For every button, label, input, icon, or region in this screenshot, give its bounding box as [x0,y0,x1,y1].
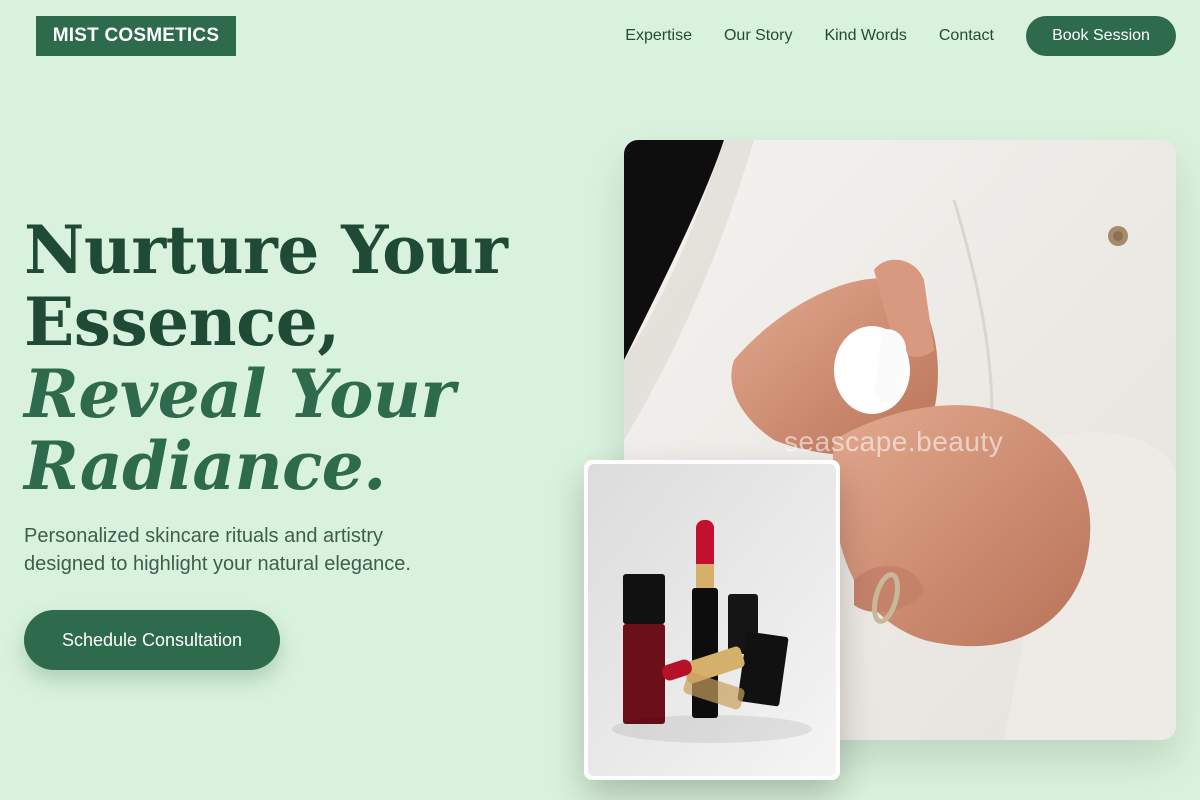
product-image-frame [588,464,836,776]
headline-line-1: Nurture Your [24,211,508,289]
lipstick-bottles-illustration [588,464,836,776]
nav-link-expertise[interactable]: Expertise [625,27,692,45]
headline-line-2: Essence, [24,283,340,361]
product-image-lipsticks [584,460,840,780]
nav-link-contact[interactable]: Contact [939,27,994,45]
book-session-button[interactable]: Book Session [1026,16,1176,56]
image-watermark: seascape.beauty [784,426,1004,457]
headline-italic-line-2: Radiance. [24,427,386,505]
brand-logo[interactable]: MIST COSMETICS [36,16,236,56]
hero-headline: Nurture Your Essence, Reveal Your Radian… [24,211,508,505]
headline-italic-line-1: Reveal Your [24,355,455,433]
schedule-consultation-button[interactable]: Schedule Consultation [24,610,280,670]
main-nav: Expertise Our Story Kind Words Contact B… [625,16,1176,56]
nav-link-our-story[interactable]: Our Story [724,27,792,45]
nav-link-kind-words[interactable]: Kind Words [824,27,906,45]
hero-subtext: Personalized skincare rituals and artist… [24,525,411,575]
